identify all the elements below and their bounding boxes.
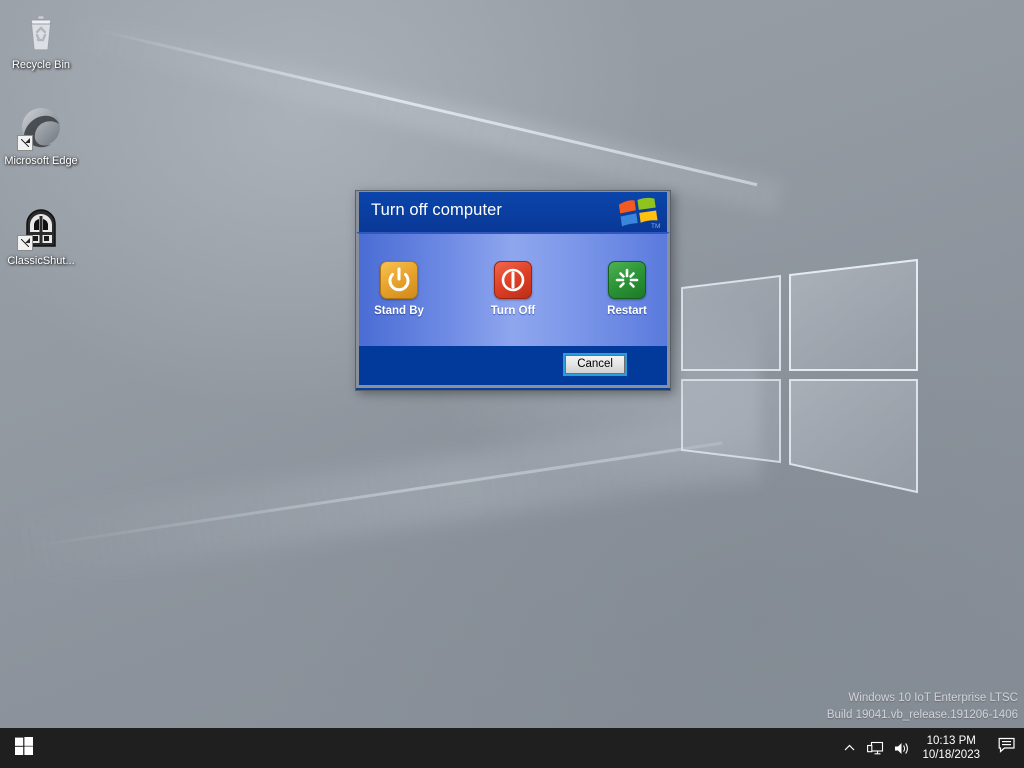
dialog-title-bar: Turn off computer TM: [356, 191, 670, 232]
desktop-icon-label: Recycle Bin: [11, 59, 71, 71]
network-monitor-icon[interactable]: [862, 728, 888, 768]
stand-by-action[interactable]: Stand By: [360, 261, 438, 317]
shortcut-overlay-icon: [17, 235, 33, 251]
desktop[interactable]: Recycle Bin Microsoft Edge ClassicShut..…: [0, 0, 1024, 768]
microsoft-edge-icon: [17, 104, 65, 152]
wallpaper-light-beam-bottom: [29, 441, 723, 548]
power-off-icon[interactable]: [494, 261, 532, 299]
turn-off-computer-dialog[interactable]: Turn off computer TM Stand By Turn Off R…: [355, 190, 671, 391]
wallpaper-windows-logo: [672, 250, 934, 530]
dialog-footer: Cancel: [356, 346, 670, 388]
shortcut-overlay-icon: [17, 135, 33, 151]
chevron-up-icon[interactable]: [836, 728, 862, 768]
turn-off-label: Turn Off: [490, 305, 536, 317]
desktop-icon-microsoft-edge[interactable]: Microsoft Edge: [2, 104, 80, 168]
turn-off-action[interactable]: Turn Off: [474, 261, 552, 317]
recycle-bin-icon: [17, 8, 65, 56]
system-tray[interactable]: 10:13 PM 10/18/2023: [836, 728, 1024, 768]
cancel-button[interactable]: Cancel: [563, 353, 627, 376]
wallpaper-light-beam-top-glow: [56, 10, 784, 216]
dialog-action-list: Stand By Turn Off Restart: [359, 234, 667, 317]
taskbar-clock[interactable]: 10:13 PM 10/18/2023: [914, 734, 990, 762]
clock-date: 10/18/2023: [922, 749, 980, 761]
watermark-line-1: Windows 10 IoT Enterprise LTSC: [848, 692, 1018, 704]
clock-time: 10:13 PM: [926, 735, 976, 747]
dialog-title: Turn off computer: [371, 201, 503, 219]
restart-label: Restart: [607, 305, 647, 317]
classic-shutdown-icon: [17, 204, 65, 252]
desktop-icon-label: Microsoft Edge: [4, 155, 78, 167]
stand-by-label: Stand By: [374, 305, 424, 317]
desktop-icon-classic-shutdown[interactable]: ClassicShut...: [2, 204, 80, 268]
trademark-symbol: TM: [651, 223, 660, 230]
windows-activation-watermark: Windows 10 IoT Enterprise LTSC Build 190…: [827, 690, 1018, 724]
restart-action[interactable]: Restart: [588, 261, 666, 317]
start-button[interactable]: [0, 728, 48, 768]
speaker-volume-icon[interactable]: [888, 728, 914, 768]
watermark-line-2: Build 19041.vb_release.191206-1406: [826, 709, 1018, 721]
power-standby-icon[interactable]: [380, 261, 418, 299]
desktop-icon-recycle-bin[interactable]: Recycle Bin: [2, 8, 80, 72]
wallpaper-light-beam-top: [94, 28, 758, 186]
desktop-icon-label: ClassicShut...: [7, 255, 75, 267]
restart-burst-icon[interactable]: [608, 261, 646, 299]
taskbar[interactable]: 10:13 PM 10/18/2023: [0, 728, 1024, 768]
action-center-button[interactable]: [990, 728, 1024, 768]
dialog-body: Stand By Turn Off Restart: [356, 232, 670, 346]
windows-start-icon: [15, 736, 33, 760]
wallpaper-light-beam-bottom-glow: [5, 411, 767, 584]
action-center-icon: [998, 737, 1016, 759]
windows-xp-flag-logo-icon: TM: [616, 196, 660, 230]
